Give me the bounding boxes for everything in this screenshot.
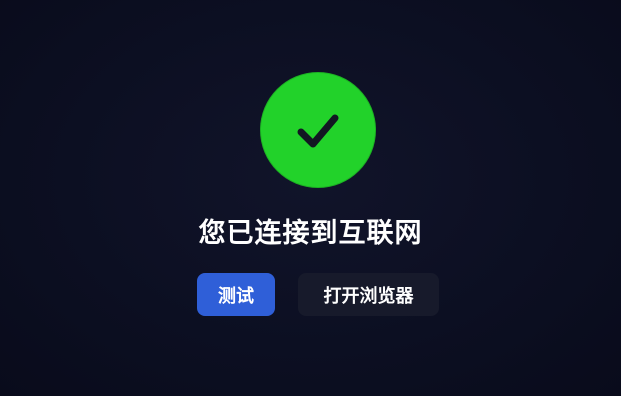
check-icon [289, 101, 347, 159]
test-button[interactable]: 测试 [197, 273, 275, 316]
connection-status-title: 您已连接到互联网 [198, 218, 423, 249]
connection-status-page: 您已连接到互联网 测试 打开浏览器 [0, 0, 621, 396]
success-indicator [260, 72, 376, 188]
open-browser-button[interactable]: 打开浏览器 [298, 273, 439, 316]
